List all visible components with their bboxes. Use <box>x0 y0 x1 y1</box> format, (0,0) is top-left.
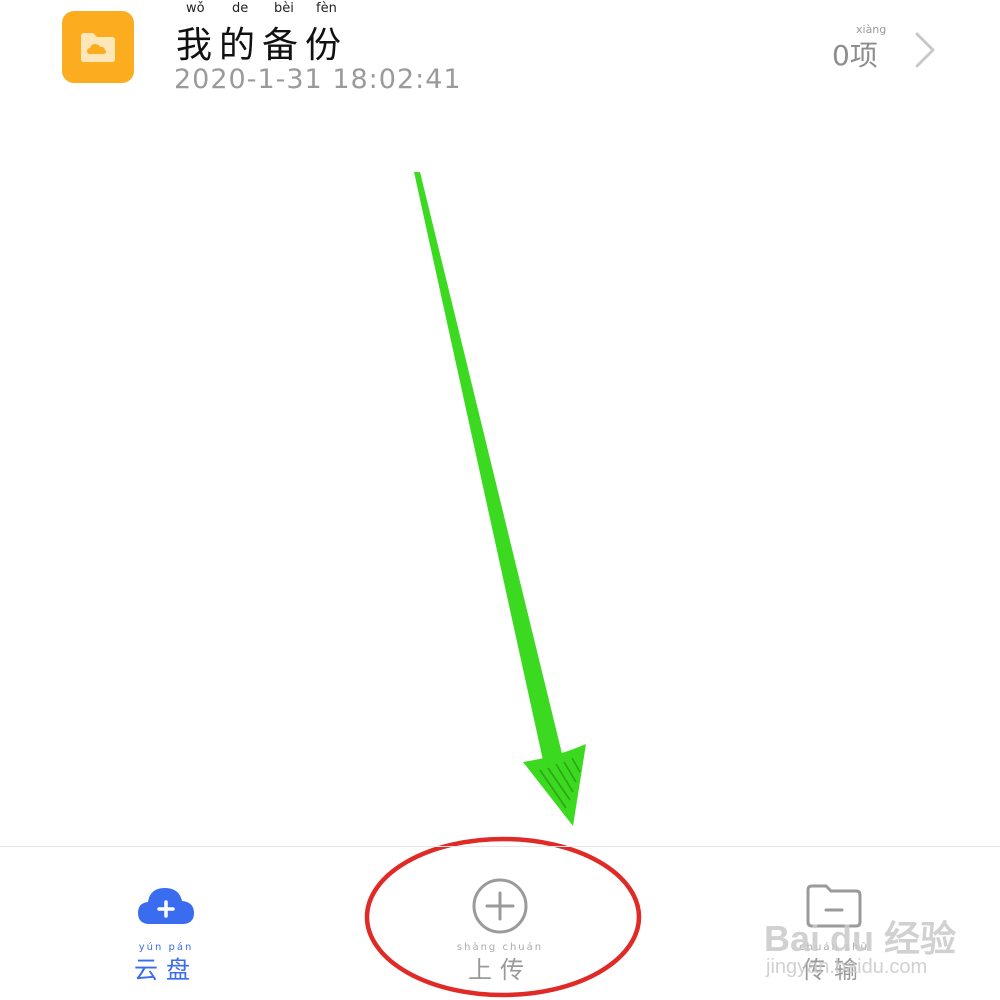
tab-upload[interactable]: shàng chuán 上传 <box>420 860 580 990</box>
tab-cloud-disk-label: 云盘 <box>134 956 198 984</box>
tab-cloud-disk[interactable]: yún pán 云盘 <box>86 860 246 990</box>
plus-circle-icon <box>472 878 528 934</box>
cloud-plus-icon <box>138 888 194 924</box>
baidu-watermark-url: jingyan.baidu.com <box>766 956 928 978</box>
folder-row[interactable]: wǒ de bèi fèn 我的备份 2020-1-31 18:02:41 xi… <box>0 0 1000 110</box>
pinyin-bei: bèi <box>274 1 294 16</box>
annotation-overlay <box>364 172 642 998</box>
pinyin-fen: fèn <box>316 1 337 16</box>
baidu-watermark-logo: Bai du 经验 <box>764 918 957 959</box>
cloud-folder-icon <box>62 11 134 83</box>
green-arrow-shaft <box>414 172 566 774</box>
folder-date: 2020-1-31 18:02:41 <box>174 64 462 95</box>
tab-upload-label: 上传 <box>468 956 532 984</box>
pinyin-de: de <box>232 1 249 16</box>
arrow-hatching <box>539 757 581 809</box>
green-arrow-head <box>523 744 586 826</box>
pinyin-wo: wǒ <box>186 1 205 16</box>
chevron-right-icon[interactable] <box>912 30 938 70</box>
item-count: 0项 <box>832 39 878 72</box>
nav-divider <box>0 846 1000 847</box>
folder-title: 我的备份 <box>176 25 349 66</box>
